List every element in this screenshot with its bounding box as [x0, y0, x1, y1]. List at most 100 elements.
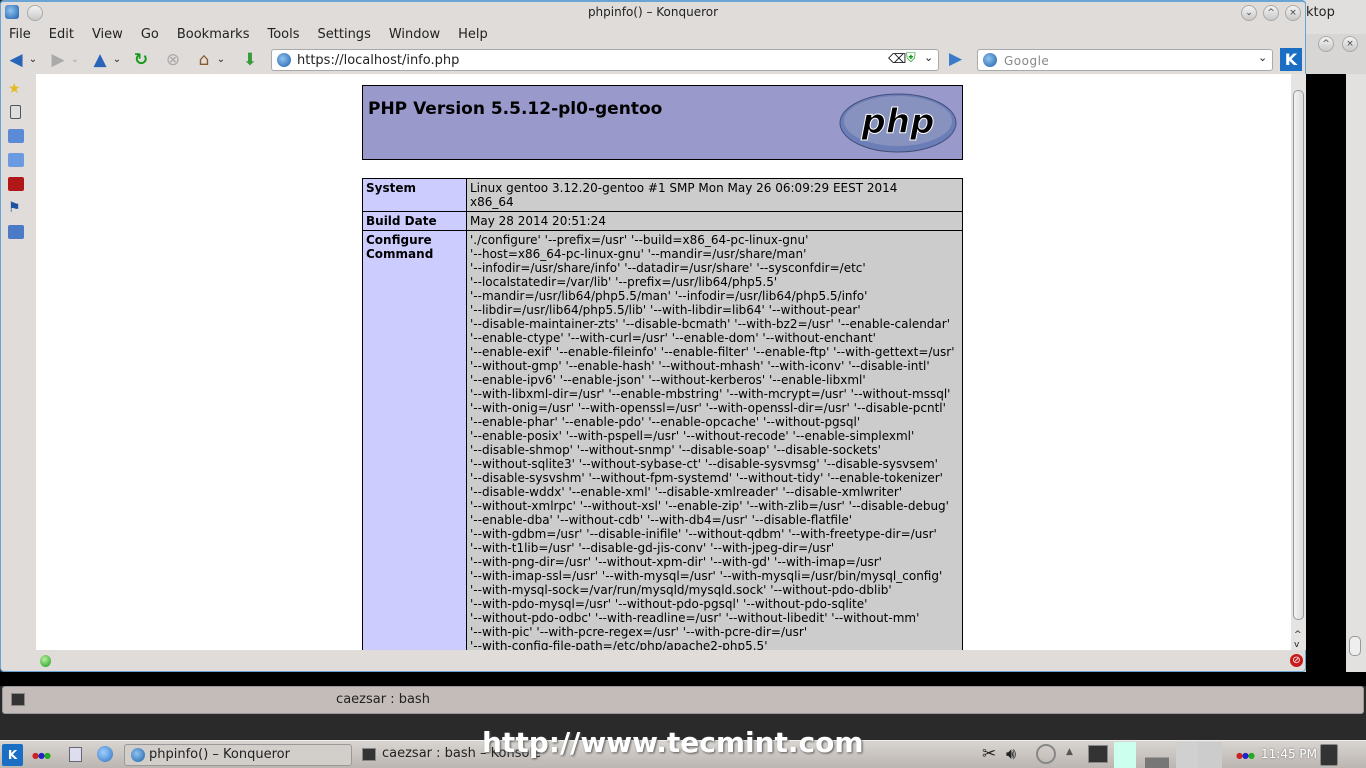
task-label: phpinfo() – Konqueror: [149, 747, 290, 762]
minimize-button[interactable]: ⌄: [1241, 5, 1257, 21]
security-shield-icon[interactable]: ⛨: [906, 51, 916, 66]
configure-line: '--enable-dba' '--without-cdb' '--with-d…: [470, 513, 853, 527]
close-button[interactable]: ×: [1285, 5, 1301, 21]
web-page-content: PHP Version 5.5.12-pl0-gentoo php System…: [36, 74, 1291, 650]
search-placeholder: Google: [1004, 54, 1050, 68]
home-icon[interactable]: ⌂: [193, 50, 215, 70]
scroll-down-icon[interactable]: v: [1294, 640, 1299, 650]
scroll-up-icon[interactable]: ^: [1294, 630, 1302, 640]
maximize-button[interactable]: ^: [1263, 5, 1279, 21]
klipper-scissors-icon[interactable]: ✂: [982, 744, 996, 764]
konsole-tab-bar: caezsar : bash: [2, 686, 1364, 714]
volume-icon[interactable]: 🔊︎: [1006, 744, 1016, 764]
konsole-tab-title[interactable]: caezsar : bash: [3, 692, 763, 707]
menu-edit[interactable]: Edit: [49, 24, 74, 46]
menu-tools[interactable]: Tools: [267, 24, 299, 46]
url-text[interactable]: https://localhost/info.php: [297, 53, 459, 68]
services-icon[interactable]: [8, 225, 24, 239]
row-value: Linux gentoo 3.12.20-gentoo #1 SMP Mon M…: [466, 178, 963, 212]
forward-dropdown-icon[interactable]: ⌄: [69, 50, 81, 70]
configure-line: '--disable-maintainer-zts' '--disable-bc…: [470, 317, 951, 331]
title-bar[interactable]: phpinfo() – Konqueror ⌄ ^ ×: [1, 2, 1305, 24]
places-flag-icon[interactable]: ⚑: [8, 201, 24, 215]
bg-maximize-button[interactable]: ^: [1318, 36, 1334, 52]
row-label: System: [362, 178, 467, 212]
menu-go[interactable]: Go: [141, 24, 159, 46]
home-folder-icon[interactable]: [8, 153, 24, 167]
konqueror-task-icon: [131, 748, 145, 762]
configure-line: '--with-t1lib=/usr' '--disable-gd-jis-co…: [470, 541, 835, 555]
site-favicon-icon: [277, 53, 291, 67]
system-monitor-icon[interactable]: [1088, 745, 1108, 763]
configure-line: '--infodir=/usr/share/info' '--datadir=/…: [470, 261, 866, 275]
background-scrollbar[interactable]: [1346, 74, 1366, 686]
configure-line: '--enable-posix' '--with-pspell=/usr' '-…: [470, 429, 915, 443]
row-label: Configure Command: [362, 230, 467, 650]
menu-window[interactable]: Window: [389, 24, 440, 46]
forward-icon[interactable]: ▶: [47, 50, 69, 70]
menu-view[interactable]: View: [92, 24, 123, 46]
menu-settings[interactable]: Settings: [318, 24, 371, 46]
configure-line: '--host=x86_64-pc-linux-gnu' '--mandir=/…: [470, 247, 807, 261]
watermark: http://www.tecmint.com: [482, 726, 864, 759]
row-label: Build Date: [362, 211, 467, 231]
download-icon[interactable]: ⬇: [239, 50, 261, 70]
home-dropdown-icon[interactable]: ⌄: [215, 50, 227, 70]
search-dropdown-icon[interactable]: ⌄: [1258, 51, 1267, 64]
configure-line: '--libdir=/usr/lib64/php5.5/lib' '--with…: [470, 303, 861, 317]
device-notifier-icon[interactable]: [1320, 744, 1338, 766]
popup-blocker-icon[interactable]: ⊘: [1290, 654, 1303, 667]
menu-bar: File Edit View Go Bookmarks Tools Settin…: [1, 24, 1305, 46]
sidebar-panel: ★ ⚑: [1, 74, 35, 650]
search-engine-icon[interactable]: [983, 53, 997, 67]
php-header: PHP Version 5.5.12-pl0-gentoo php: [362, 85, 963, 160]
search-box[interactable]: Google ⌄: [977, 49, 1273, 71]
task-konqueror[interactable]: phpinfo() – Konqueror: [124, 744, 352, 766]
bookmarks-star-icon[interactable]: ★: [8, 82, 24, 96]
bg-close-button[interactable]: ×: [1342, 36, 1358, 52]
configure-line: '--with-imap-ssl=/usr' '--with-mysql=/us…: [470, 569, 943, 583]
back-icon[interactable]: ◀: [5, 50, 27, 70]
configure-line: '--with-onig=/usr' '--with-openssl=/usr'…: [470, 401, 946, 415]
configure-line: '--enable-phar' '--enable-pdo' '--enable…: [470, 415, 861, 429]
go-icon[interactable]: ▶: [949, 49, 962, 69]
configure-line: '--with-pdo-mysql=/usr' '--without-pdo-p…: [470, 597, 868, 611]
browser-launcher-icon[interactable]: [97, 746, 113, 762]
vertical-scrollbar[interactable]: ^ v: [1291, 74, 1306, 650]
php-logo: php: [839, 93, 957, 153]
up-dropdown-icon[interactable]: ⌄: [111, 50, 123, 70]
swap-graph-widget: [1176, 742, 1200, 768]
up-icon[interactable]: ▲: [89, 50, 111, 70]
php-info-table: System Linux gentoo 3.12.20-gentoo #1 SM…: [362, 178, 963, 650]
menu-help[interactable]: Help: [458, 24, 488, 46]
scrollbar-thumb[interactable]: [1293, 90, 1304, 620]
kde-menu-icon[interactable]: K: [2, 744, 23, 766]
file-manager-icon[interactable]: [69, 747, 82, 762]
history-icon[interactable]: [10, 105, 21, 119]
connection-status-icon: [40, 655, 51, 667]
back-dropdown-icon[interactable]: ⌄: [27, 50, 39, 70]
value-line: Linux gentoo 3.12.20-gentoo #1 SMP Mon M…: [470, 181, 898, 195]
configure-line: '--with-gdbm=/usr' '--disable-inifile' '…: [470, 527, 937, 541]
menu-bookmarks[interactable]: Bookmarks: [177, 24, 250, 46]
status-bar: ⊘: [1, 650, 1305, 672]
menu-file[interactable]: File: [9, 24, 31, 46]
terminal-area: [0, 672, 1366, 686]
network-graph-widget: [1198, 742, 1222, 768]
configure-line: '--without-pdo-odbc' '--with-readline=/u…: [470, 611, 920, 625]
clear-url-icon[interactable]: ⌫: [888, 52, 906, 67]
root-folder-icon[interactable]: [8, 177, 24, 191]
location-bar[interactable]: https://localhost/info.php ⌫ ⛨ ⌄: [271, 49, 939, 71]
configure-line: '--disable-shmop' '--without-snmp' '--di…: [470, 443, 881, 457]
network-icon[interactable]: [1036, 744, 1056, 764]
memory-graph-widget: [1145, 742, 1169, 768]
activities-icon[interactable]: ●●●: [32, 751, 51, 760]
stop-icon[interactable]: ⊗: [162, 50, 184, 70]
configure-line: '--enable-ipv6' '--enable-json' '--witho…: [470, 373, 866, 387]
activity-dots-icon: ●●●: [1236, 751, 1255, 760]
bookmark-folder-icon[interactable]: [8, 129, 24, 143]
url-history-dropdown-icon[interactable]: ⌄: [924, 51, 933, 64]
system-tray-expand-icon[interactable]: ▲: [1066, 747, 1073, 757]
reload-icon[interactable]: ↻: [130, 50, 152, 70]
clock[interactable]: 11:45 PM: [1261, 747, 1317, 761]
